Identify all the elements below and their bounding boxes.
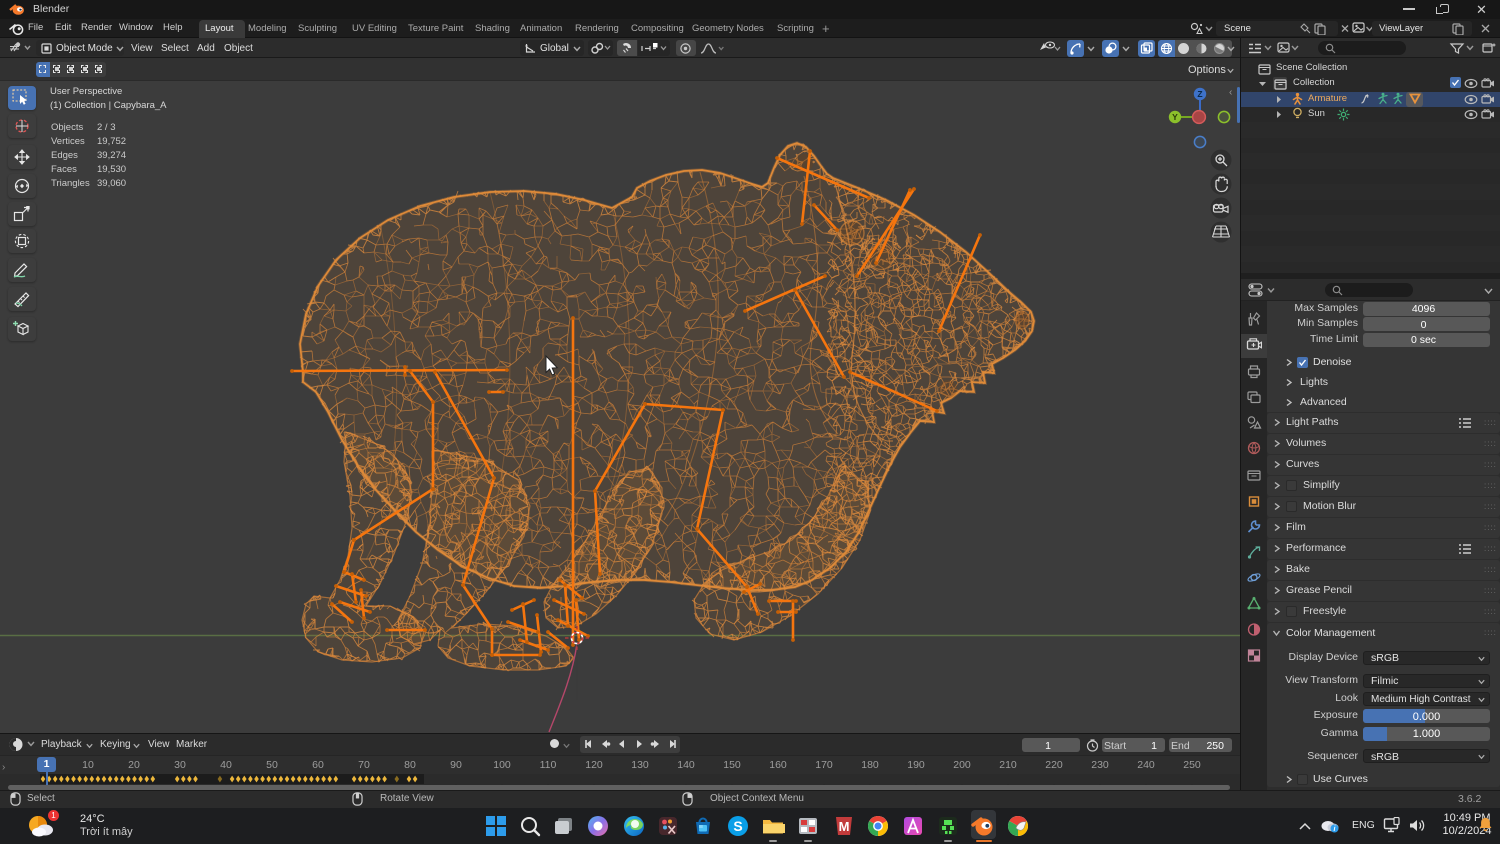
svg-text:40: 40: [220, 759, 232, 771]
svg-text:70: 70: [358, 759, 370, 771]
svg-text:Z: Z: [1197, 89, 1202, 99]
svg-text:140: 140: [677, 759, 695, 771]
svg-text:20: 20: [128, 759, 140, 771]
svg-text:180: 180: [861, 759, 879, 771]
svg-text:220: 220: [1045, 759, 1063, 771]
svg-text:160: 160: [769, 759, 787, 771]
svg-text:110: 110: [540, 759, 557, 771]
svg-text:240: 240: [1137, 759, 1155, 771]
svg-text:10: 10: [82, 759, 94, 771]
svg-text:150: 150: [723, 759, 741, 771]
svg-text:210: 210: [999, 759, 1017, 771]
svg-text:S: S: [733, 818, 742, 834]
svg-text:100: 100: [493, 759, 511, 771]
svg-text:60: 60: [312, 759, 324, 771]
svg-text:170: 170: [815, 759, 833, 771]
svg-text:M: M: [839, 819, 850, 834]
svg-text:80: 80: [404, 759, 416, 771]
svg-text:190: 190: [907, 759, 925, 771]
svg-text:120: 120: [585, 759, 603, 771]
svg-text:130: 130: [631, 759, 649, 771]
svg-text:230: 230: [1091, 759, 1109, 771]
svg-text:50: 50: [266, 759, 278, 771]
svg-text:250: 250: [1183, 759, 1201, 771]
svg-text:90: 90: [450, 759, 462, 771]
svg-text:Y: Y: [1172, 112, 1178, 122]
svg-text:200: 200: [953, 759, 971, 771]
svg-text:30: 30: [174, 759, 186, 771]
